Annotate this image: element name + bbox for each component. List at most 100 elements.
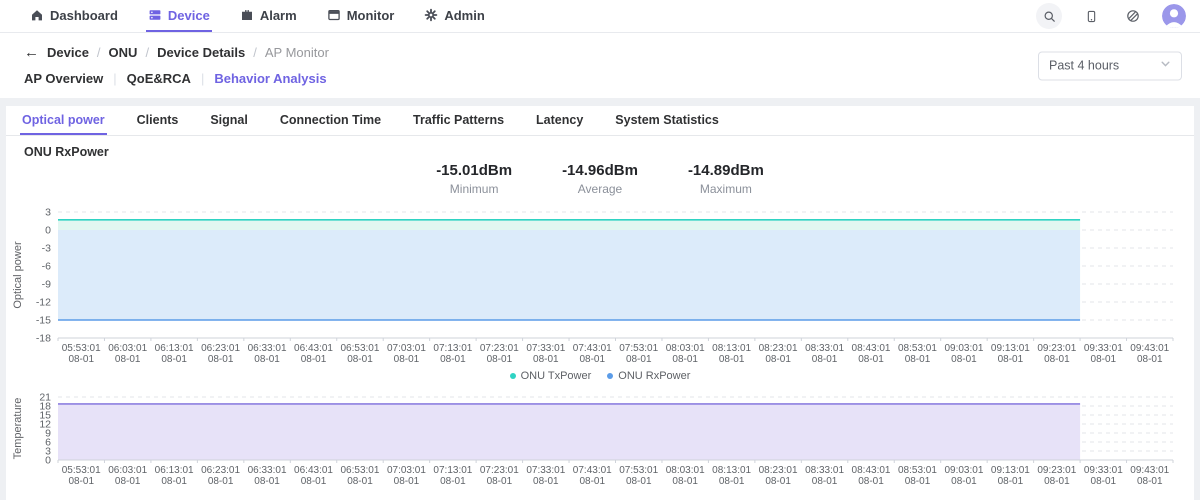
- svg-text:0: 0: [45, 225, 51, 237]
- svg-text:06:33:01: 06:33:01: [248, 465, 287, 476]
- breadcrumb-item[interactable]: Device: [47, 45, 89, 60]
- svg-text:08-01: 08-01: [487, 476, 513, 487]
- stat-label: Minimum: [449, 182, 499, 196]
- svg-text:09:13:01: 09:13:01: [991, 343, 1030, 354]
- search-icon: [1043, 10, 1056, 23]
- svg-text:07:23:01: 07:23:01: [480, 465, 519, 476]
- breadcrumb-separator: /: [145, 45, 150, 60]
- nav-item-monitor[interactable]: Monitor: [325, 0, 397, 32]
- svg-text:-18: -18: [36, 333, 51, 345]
- svg-text:09:03:01: 09:03:01: [944, 465, 983, 476]
- breadcrumb-separator: /: [96, 45, 101, 60]
- nav-item-alarm[interactable]: Alarm: [238, 0, 299, 32]
- svg-text:08-01: 08-01: [68, 354, 94, 365]
- breadcrumb-item[interactable]: Device Details: [157, 45, 245, 60]
- svg-text:08-01: 08-01: [858, 476, 884, 487]
- svg-text:06:53:01: 06:53:01: [341, 343, 380, 354]
- svg-text:07:53:01: 07:53:01: [619, 465, 658, 476]
- svg-text:08:53:01: 08:53:01: [898, 465, 937, 476]
- svg-text:09:43:01: 09:43:01: [1130, 465, 1169, 476]
- svg-text:09:03:01: 09:03:01: [944, 343, 983, 354]
- nav-item-label: Device: [167, 7, 210, 23]
- nav-item-admin[interactable]: Admin: [422, 0, 486, 32]
- svg-text:08-01: 08-01: [905, 354, 931, 365]
- svg-text:08-01: 08-01: [672, 354, 698, 365]
- svg-text:06:33:01: 06:33:01: [248, 343, 287, 354]
- tab-traffic-patterns[interactable]: Traffic Patterns: [411, 106, 506, 135]
- mobile-icon: [1085, 10, 1098, 23]
- arrow-left-icon[interactable]: ←: [24, 44, 39, 61]
- legend-item-onu-txpower[interactable]: ONU TxPower: [509, 370, 592, 382]
- legend-dot: [607, 373, 614, 379]
- tab-clients[interactable]: Clients: [135, 106, 181, 135]
- stat-label: Maximum: [699, 182, 752, 196]
- svg-text:06:43:01: 06:43:01: [294, 343, 333, 354]
- svg-text:07:23:01: 07:23:01: [480, 343, 519, 354]
- alarm-icon: [240, 8, 254, 22]
- nav-item-device[interactable]: Device: [145, 0, 212, 32]
- stat-value: -15.01dBm: [436, 162, 513, 179]
- stats-summary: -15.01dBm Minimum -14.96dBm Average -14.89dB…: [6, 162, 1194, 196]
- svg-text:07:43:01: 07:43:01: [573, 343, 612, 354]
- stat-value: -14.96dBm: [562, 162, 638, 179]
- svg-text:-15: -15: [36, 315, 51, 327]
- svg-text:06:03:01: 06:03:01: [108, 465, 147, 476]
- nav-item-label: Alarm: [259, 7, 297, 23]
- svg-text:09:23:01: 09:23:01: [1037, 465, 1076, 476]
- subnav-item-ap-overview[interactable]: AP Overview: [24, 71, 103, 86]
- subnav-separator: |: [113, 71, 117, 86]
- svg-text:08-01: 08-01: [347, 476, 373, 487]
- nav-item-dashboard[interactable]: Dashboard: [28, 0, 120, 32]
- svg-text:08-01: 08-01: [812, 476, 838, 487]
- subnav-item-behavior-analysis[interactable]: Behavior Analysis: [214, 71, 326, 86]
- time-range-select[interactable]: Past 4 hours: [1038, 51, 1182, 80]
- nav-item-label: Dashboard: [50, 7, 118, 23]
- breadcrumb-item[interactable]: ONU: [109, 45, 138, 60]
- svg-text:08-01: 08-01: [1091, 476, 1117, 487]
- tab-system-statistics[interactable]: System Statistics: [613, 106, 721, 135]
- svg-text:07:53:01: 07:53:01: [619, 343, 658, 354]
- svg-text:07:43:01: 07:43:01: [573, 465, 612, 476]
- svg-text:06:13:01: 06:13:01: [155, 465, 194, 476]
- legend-dot: [509, 373, 516, 379]
- globe-icon: [1126, 9, 1140, 23]
- tab-optical-power[interactable]: Optical power: [20, 106, 107, 135]
- mobile-icon-button[interactable]: [1078, 3, 1104, 29]
- gear-icon: [424, 8, 438, 22]
- svg-text:0: 0: [45, 455, 51, 467]
- svg-text:08:43:01: 08:43:01: [852, 343, 891, 354]
- top-navbar: Dashboard Device Alarm Monitor Admin: [0, 0, 1200, 33]
- stat-label: Average: [577, 182, 623, 196]
- nav-item-label: Admin: [444, 7, 485, 23]
- svg-text:08-01: 08-01: [765, 476, 791, 487]
- svg-text:08-01: 08-01: [254, 476, 280, 487]
- globe-icon-button[interactable]: [1120, 3, 1146, 29]
- optical-power-chart: 30-3-6-9-12-15-1805:53:0108-0106:03:0108…: [12, 207, 1174, 365]
- legend-label: ONU RxPower: [618, 370, 691, 382]
- svg-text:08:43:01: 08:43:01: [852, 465, 891, 476]
- svg-text:08:13:01: 08:13:01: [712, 465, 751, 476]
- legend-label: ONU TxPower: [520, 370, 592, 382]
- home-icon: [30, 8, 44, 22]
- subnav-separator: |: [200, 71, 205, 86]
- stat-maximum: -14.89dBm Maximum: [688, 162, 764, 196]
- svg-text:08-01: 08-01: [487, 354, 513, 365]
- subnav-item-qoe-rca[interactable]: QoE&RCA: [127, 71, 191, 86]
- svg-text:09:33:01: 09:33:01: [1084, 465, 1123, 476]
- tab-connection-time[interactable]: Connection Time: [278, 106, 383, 135]
- svg-text:08-01: 08-01: [254, 354, 280, 365]
- tab-signal[interactable]: Signal: [208, 106, 250, 135]
- svg-text:08-01: 08-01: [301, 354, 327, 365]
- user-avatar[interactable]: [1162, 4, 1186, 28]
- svg-text:08:03:01: 08:03:01: [666, 465, 705, 476]
- search-icon-button[interactable]: [1036, 3, 1062, 29]
- main-nav: Dashboard Device Alarm Monitor Admin: [28, 0, 513, 32]
- svg-text:08-01: 08-01: [1137, 354, 1163, 365]
- time-range-value: Past 4 hours: [1049, 58, 1120, 73]
- svg-text:08-01: 08-01: [951, 476, 977, 487]
- tab-latency[interactable]: Latency: [534, 106, 585, 135]
- legend-item-onu-rxpower[interactable]: ONU RxPower: [607, 370, 690, 382]
- svg-text:08-01: 08-01: [765, 354, 791, 365]
- breadcrumb-separator: /: [253, 45, 257, 60]
- svg-text:08-01: 08-01: [394, 476, 420, 487]
